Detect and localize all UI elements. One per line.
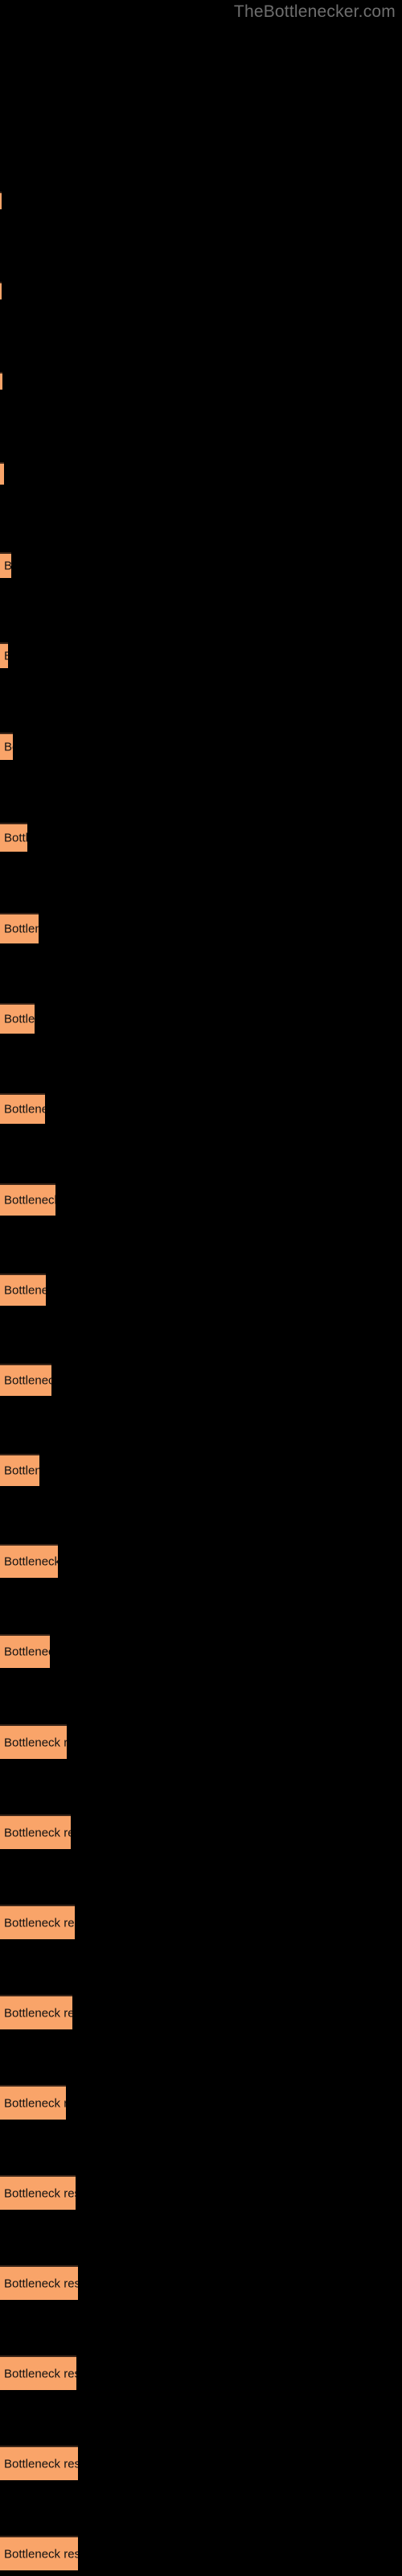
bar-label: Bottleneck result (4, 1102, 45, 1117)
bar-label: Bottleneck result (4, 1463, 39, 1478)
bar[interactable]: Bottleneck result (0, 1634, 50, 1668)
bar[interactable]: Bottleneck result (0, 2265, 78, 2300)
bar[interactable]: Bottleneck result (0, 1544, 58, 1578)
bar[interactable]: Bottleneck result (0, 1995, 72, 2029)
chart-page: TheBottlenecker.com Bottleneck resultBot… (0, 0, 402, 2576)
bar-label: Bottleneck result (4, 1645, 50, 1659)
bar-label: Bottleneck result (4, 1193, 55, 1208)
bar-label: Bottleneck result (4, 2457, 78, 2471)
bar-label: Bottleneck result (4, 2547, 78, 2561)
bar[interactable]: Bottleneck result (0, 2085, 66, 2120)
bar[interactable]: Bottleneck result (0, 1724, 67, 1759)
bar[interactable]: Bottleneck result (0, 1905, 75, 1939)
bar-chart-plot-area: Bottleneck result Bottleneck result Bottle… (0, 0, 402, 2576)
bar-label: Bottleneck result (4, 1012, 35, 1026)
bar[interactable]: Bottleneck result (0, 1003, 35, 1034)
bar-label: Bottleneck result (4, 1283, 46, 1298)
bar-label: Bottleneck result (4, 831, 27, 845)
bar[interactable]: Bottleneck result (0, 823, 27, 852)
bar-label: Bottleneck result (4, 2006, 72, 2020)
bar[interactable]: Bottleneck result (0, 192, 2, 209)
bar[interactable]: Bottleneck result (0, 1183, 55, 1216)
bar[interactable]: Bottleneck result (0, 2536, 78, 2570)
bar-label: Bottleneck result (4, 2367, 76, 2380)
bar-label: Bottleneck result (4, 2186, 76, 2200)
bar[interactable]: Bottleneck result (0, 552, 11, 578)
bar[interactable]: Bottleneck result (0, 642, 8, 668)
bar-label: Bottleneck result (4, 1736, 67, 1749)
bar-label: Bottleneck result (4, 1373, 51, 1388)
bar[interactable]: Bottleneck result (0, 2446, 78, 2480)
bar[interactable]: Bottleneck result (0, 733, 13, 760)
bar[interactable]: Bottleneck result (0, 2355, 76, 2390)
bar-label: Bottleneck result (4, 650, 8, 663)
bar-label: Bottleneck result (4, 1916, 75, 1930)
bar-label: Bottleneck result (4, 2277, 78, 2290)
bar-label: Bottleneck result (4, 559, 11, 573)
bar[interactable]: Bottleneck result (0, 913, 39, 943)
bar[interactable]: Bottleneck result (0, 462, 4, 485)
bar-label: Bottleneck result (4, 1554, 58, 1569)
bar[interactable]: Bottleneck result (0, 1093, 45, 1124)
bar-label: Bottleneck result (4, 1826, 71, 1839)
bar[interactable]: Bottleneck result (0, 372, 2, 390)
bar[interactable]: Bottleneck result (0, 1454, 39, 1486)
bar-label: Bottleneck result (4, 922, 39, 936)
bar[interactable]: Bottleneck result (0, 1814, 71, 1849)
bar[interactable]: Bottleneck result (0, 282, 2, 299)
bar-label: Bottleneck result (4, 2096, 66, 2110)
bar-label: Bottleneck result (4, 740, 13, 754)
bar[interactable]: Bottleneck result (0, 1274, 46, 1306)
bar[interactable]: Bottleneck result (0, 1364, 51, 1396)
bar[interactable]: Bottleneck result (0, 2175, 76, 2210)
